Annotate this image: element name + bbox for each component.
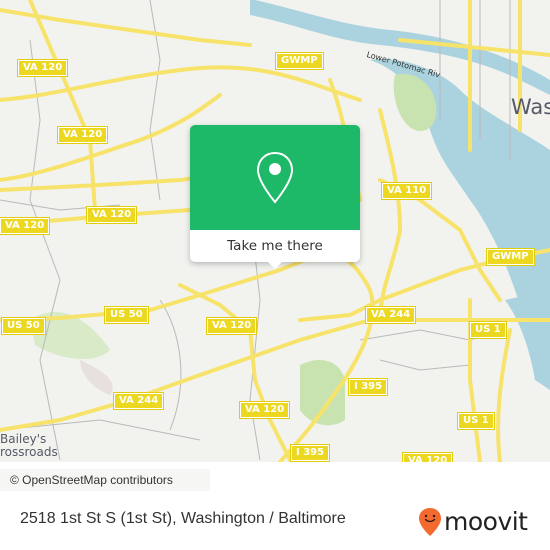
map-pin-icon <box>256 151 294 204</box>
popup-header <box>190 125 360 230</box>
route-shield-gwmp: GWMP <box>275 52 324 70</box>
route-shield-va120: VA 120 <box>0 217 51 235</box>
address-label: 2518 1st St S (1st St), Washington / Bal… <box>20 510 346 527</box>
map-view[interactable]: VA 120 VA 120 VA 120 VA 120 VA 120 VA 12… <box>0 0 550 462</box>
route-shield-gwmp: GWMP <box>486 248 535 266</box>
route-shield-us1: US 1 <box>457 412 495 430</box>
route-shield-i395: I 395 <box>289 444 331 462</box>
route-shield-va120: VA 120 <box>16 59 69 77</box>
route-shield-us1: US 1 <box>469 321 507 339</box>
moovit-wordmark: moovit <box>444 507 528 536</box>
route-shield-va244: VA 244 <box>112 392 165 410</box>
route-shield-va120: VA 120 <box>56 126 109 144</box>
route-shield-va244: VA 244 <box>364 306 417 324</box>
destination-popup[interactable]: Take me there <box>190 125 360 269</box>
route-shield-va120: VA 120 <box>401 452 454 462</box>
place-label-baileys: Bailey's <box>0 432 47 446</box>
route-shield-va110: VA 110 <box>380 182 433 200</box>
map-attribution[interactable]: © OpenStreetMap contributors <box>0 469 210 491</box>
popup-pointer <box>267 261 283 269</box>
take-me-there-button[interactable]: Take me there <box>190 230 360 262</box>
route-shield-us50: US 50 <box>1 317 46 335</box>
route-shield-va120: VA 120 <box>238 401 291 419</box>
route-shield-i395: I 395 <box>347 378 389 396</box>
moovit-logo[interactable]: moovit <box>418 507 528 537</box>
moovit-smile-pin-icon <box>419 508 441 536</box>
route-shield-va120: VA 120 <box>205 317 258 335</box>
place-label-crossroads: rossroads <box>0 445 58 459</box>
route-shield-us50: US 50 <box>104 306 149 324</box>
route-shield-va120: VA 120 <box>85 206 138 224</box>
place-label-washington: Was <box>511 95 550 119</box>
